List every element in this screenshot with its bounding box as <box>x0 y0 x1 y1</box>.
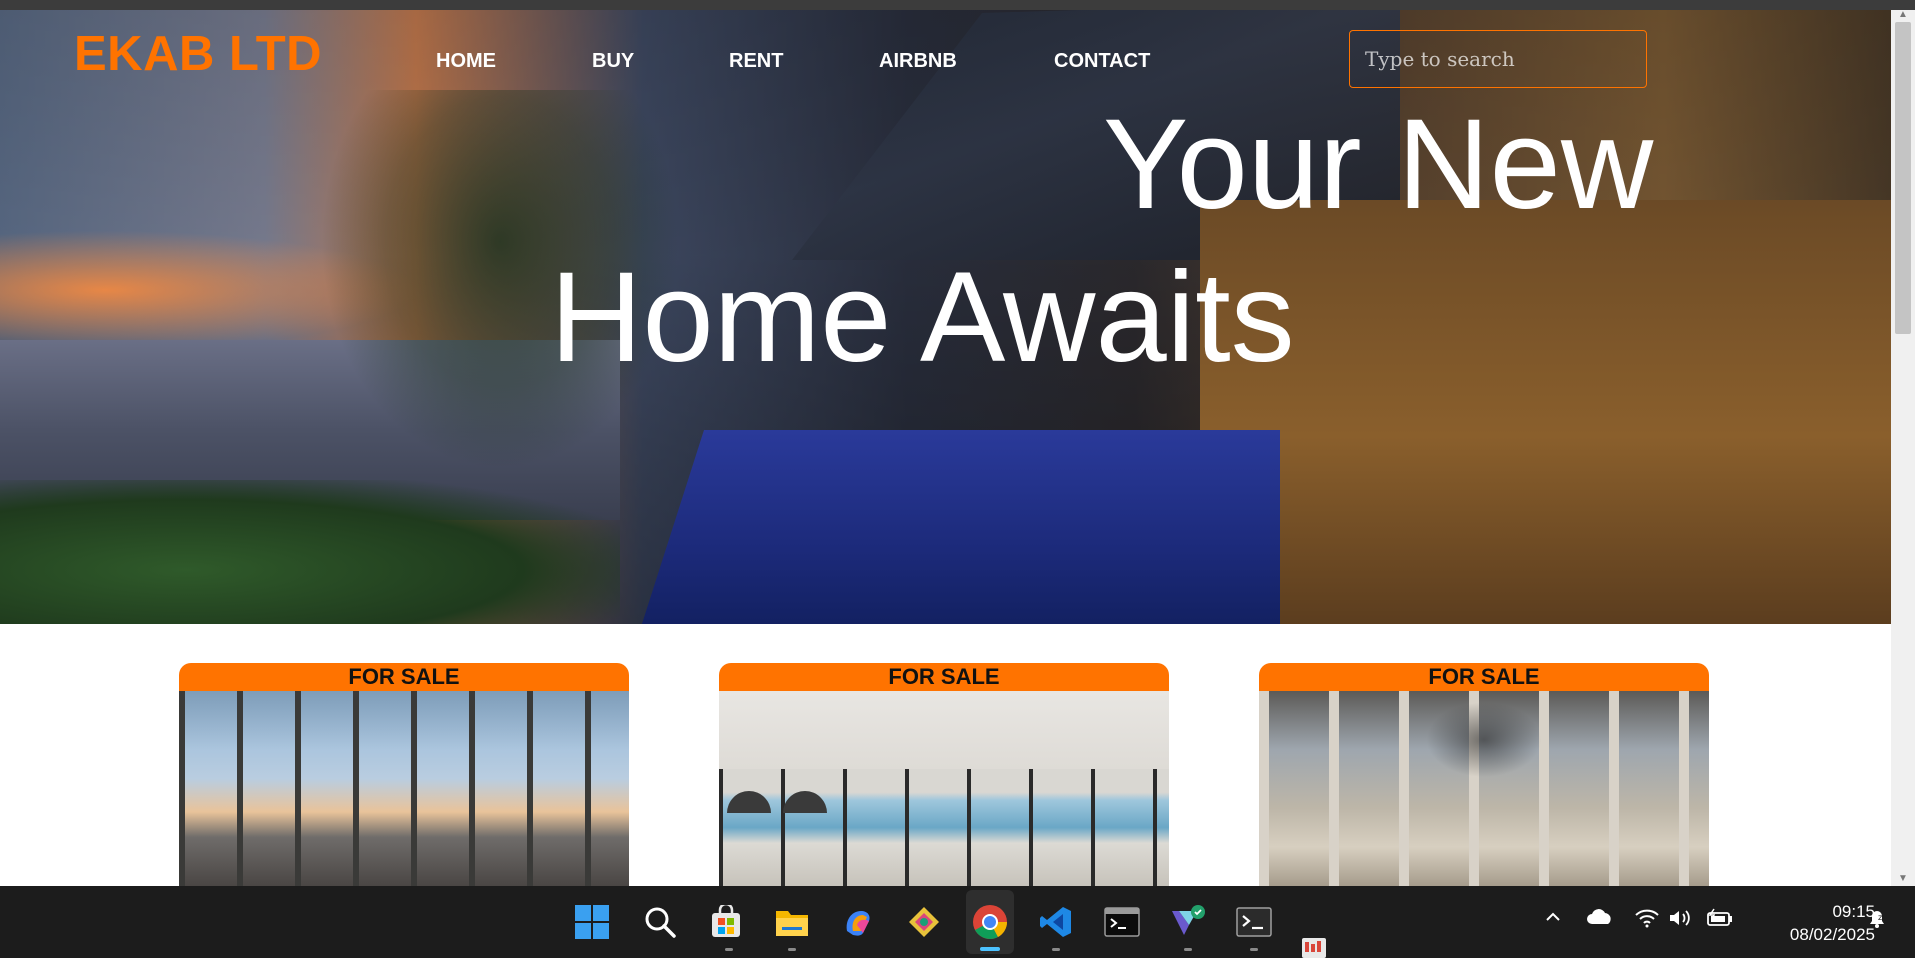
windows-taskbar: z <box>0 886 1915 958</box>
infinity-pool <box>640 430 1280 624</box>
vscode-icon[interactable] <box>1036 902 1076 942</box>
nav-rent[interactable]: RENT <box>729 50 783 73</box>
running-indicator <box>1184 948 1192 951</box>
microsoft-store-icon[interactable] <box>706 902 746 942</box>
search-icon[interactable] <box>640 902 680 942</box>
vpn-icon[interactable] <box>1168 902 1208 942</box>
running-indicator <box>1250 948 1258 951</box>
nav-home[interactable]: HOME <box>436 50 496 73</box>
wifi-icon[interactable] <box>1634 908 1660 933</box>
listing-card[interactable]: FOR SALE <box>1259 663 1709 886</box>
onedrive-icon[interactable] <box>1586 908 1614 931</box>
listing-photo <box>1259 691 1709 886</box>
running-indicator <box>788 948 796 951</box>
volume-icon[interactable] <box>1668 908 1692 933</box>
terminal-icon[interactable] <box>1102 902 1142 942</box>
pendant-lamp <box>783 791 827 813</box>
running-indicator <box>725 948 733 951</box>
pendant-lamp <box>727 791 771 813</box>
search-input[interactable] <box>1349 30 1647 88</box>
file-explorer-icon[interactable] <box>772 902 812 942</box>
command-prompt-icon[interactable] <box>1234 902 1274 942</box>
listing-photo <box>719 691 1169 886</box>
scroll-up-arrow-icon[interactable]: ▲ <box>1896 10 1910 20</box>
site-logo[interactable]: EKAB LTD <box>74 26 322 82</box>
start-icon[interactable] <box>572 902 612 942</box>
scroll-thumb[interactable] <box>1895 22 1911 334</box>
clock-date: 08/02/2025 <box>1789 925 1875 944</box>
chevron-up-icon[interactable] <box>1544 908 1562 931</box>
active-app-indicator <box>980 947 1000 951</box>
nav-airbnb[interactable]: AIRBNB <box>879 50 957 73</box>
scroll-down-arrow-icon[interactable]: ▼ <box>1896 874 1910 884</box>
running-indicator <box>1052 948 1060 951</box>
for-sale-badge: FOR SALE <box>719 663 1169 691</box>
clock-time: 09:15 <box>1832 902 1875 921</box>
chart-app-icon[interactable] <box>1302 938 1326 958</box>
browser-top-edge <box>0 0 1915 10</box>
listing-photo <box>179 691 629 886</box>
listing-card[interactable]: FOR SALE <box>719 663 1169 886</box>
snipping-tool-icon[interactable] <box>904 902 944 942</box>
garden-greenery <box>0 480 620 624</box>
battery-icon[interactable] <box>1706 908 1734 933</box>
copilot-icon[interactable] <box>838 902 878 942</box>
taskbar-clock[interactable]: 09:15 08/02/2025 <box>1735 900 1875 946</box>
for-sale-badge: FOR SALE <box>1259 663 1709 691</box>
hero-headline-line-1: Your New <box>1103 93 1654 236</box>
chrome-icon[interactable] <box>970 902 1010 942</box>
hero-headline-line-2: Home Awaits <box>550 246 1295 389</box>
nav-buy[interactable]: BUY <box>592 50 634 73</box>
villa-deck <box>1200 200 1891 624</box>
page-scrollbar[interactable]: ▲ ▼ <box>1891 10 1915 886</box>
listing-card[interactable]: FOR SALE <box>179 663 629 886</box>
for-sale-badge: FOR SALE <box>179 663 629 691</box>
svg-text:z: z <box>1878 913 1882 922</box>
nav-contact[interactable]: CONTACT <box>1054 50 1150 73</box>
